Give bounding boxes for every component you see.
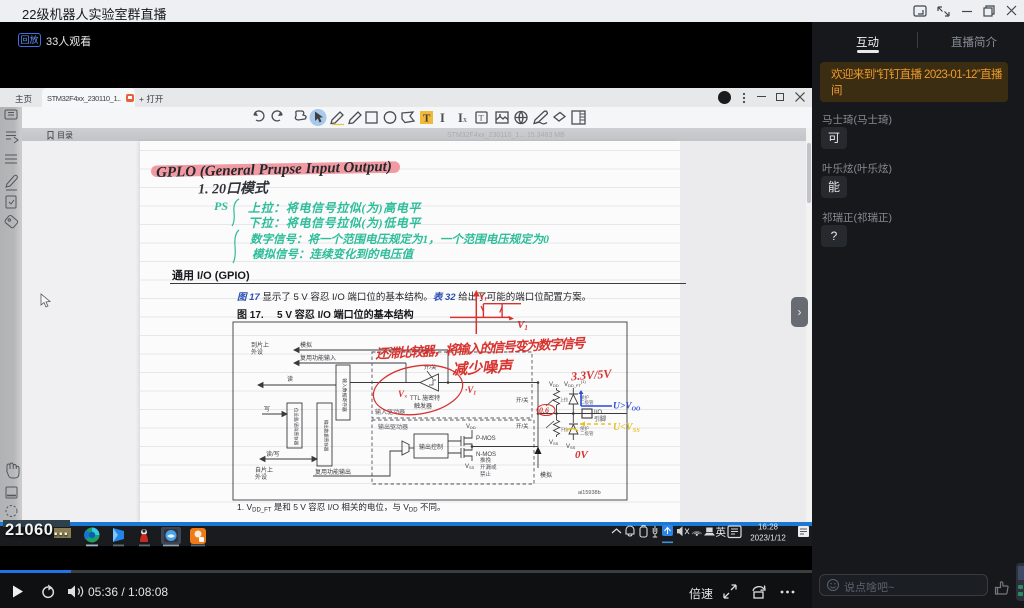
svg-text:图 17 显示了 5 V 容忍 I/O 端口位的基本结构。表: 图 17 显示了 5 V 容忍 I/O 端口位的基本结构。表 32 给出了可能的…: [237, 291, 591, 303]
svg-text:PS: PS: [214, 199, 228, 213]
svg-text:U<VSS: U<VSS: [613, 422, 640, 434]
svg-text:3.3V/5V: 3.3V/5V: [570, 366, 613, 383]
svg-text:模拟信号：连续变化到的电压值: 模拟信号：连续变化到的电压值: [252, 247, 415, 261]
svg-text:T: T: [423, 113, 431, 125]
svg-text:复用功能输出: 复用功能输出: [315, 468, 351, 476]
svg-text:英: 英: [716, 526, 727, 539]
svg-text:开/关: 开/关: [516, 396, 529, 404]
svg-text:输入数据寄存器: 输入数据寄存器: [341, 378, 348, 412]
svg-text:复用功能输入: 复用功能输入: [300, 354, 336, 362]
svg-text:0.6: 0.6: [539, 406, 549, 415]
svg-text:减少噪声: 减少噪声: [452, 358, 516, 378]
svg-text:VSS: VSS: [465, 464, 475, 470]
svg-text:通用 I/O (GPIO): 通用 I/O (GPIO): [172, 269, 250, 282]
svg-text:自片上: 自片上: [255, 466, 273, 474]
svg-text:输出数据寄存器: 输出数据寄存器: [323, 420, 330, 452]
svg-text:触发器: 触发器: [414, 402, 432, 410]
svg-text:输出控制: 输出控制: [419, 443, 443, 451]
svg-text:VDD: VDD: [466, 424, 476, 430]
svg-text:到片上: 到片上: [251, 341, 269, 349]
svg-text:推挽: 推挽: [480, 456, 492, 464]
svg-text:1. 20口模式: 1. 20口模式: [198, 179, 270, 197]
svg-text:下拉：将电信号拉似(为)低电平: 下拉：将电信号拉似(为)低电平: [248, 216, 422, 230]
svg-text:I: I: [440, 111, 445, 125]
svg-text:·V1: ·V1: [465, 385, 476, 397]
svg-text:5 V 容忍 I/O 端口位的基本结构: 5 V 容忍 I/O 端口位的基本结构: [277, 308, 414, 321]
svg-text:模拟: 模拟: [540, 471, 552, 479]
svg-text:VDD: VDD: [549, 382, 559, 388]
svg-text:二极管: 二极管: [580, 430, 594, 437]
svg-text:读: 读: [287, 375, 293, 383]
svg-text:2023/1/12: 2023/1/12: [750, 534, 786, 543]
svg-text:V1: V1: [517, 319, 528, 332]
svg-text:0V: 0V: [575, 449, 590, 461]
svg-text:读/写: 读/写: [266, 450, 280, 458]
svg-text:数字信号：将一个范围电压规定为1，一个范围电压规定为0: 数字信号：将一个范围电压规定为1，一个范围电压规定为0: [250, 232, 549, 246]
svg-text:ai15938b: ai15938b: [578, 490, 601, 496]
svg-text:开/关: 开/关: [424, 363, 437, 371]
svg-text:VSS: VSS: [549, 440, 559, 446]
svg-text:上拉: 上拉: [560, 396, 568, 402]
svg-text:上拉：将电信号拉似(为)高电平: 上拉：将电信号拉似(为)高电平: [248, 201, 422, 215]
svg-text:16:28: 16:28: [758, 523, 779, 532]
svg-text:模拟: 模拟: [300, 341, 312, 349]
svg-text:V×: V×: [398, 389, 408, 401]
svg-text:引脚: 引脚: [594, 415, 606, 423]
svg-text:TTL 施密特: TTL 施密特: [410, 394, 440, 402]
svg-text:禁止: 禁止: [480, 470, 492, 478]
svg-text:开漏或: 开漏或: [480, 463, 497, 471]
svg-text:图 17.: 图 17.: [237, 309, 264, 321]
svg-text:写: 写: [264, 406, 270, 413]
svg-text:二极管: 二极管: [580, 399, 594, 406]
svg-text:x: x: [463, 115, 467, 124]
svg-text:外设: 外设: [251, 348, 263, 356]
svg-text:1. VDD_FT 是和 5 V 容忍 I/O 相关的: 1. VDD_FT 是和 5 V 容忍 I/O 相关的电位，与 VDD 不同。: [237, 502, 445, 514]
svg-text:还滞比较器，将输入的信号变为数字信号: 还滞比较器，将输入的信号变为数字信号: [374, 335, 587, 361]
svg-text:P-MOS: P-MOS: [476, 436, 496, 442]
svg-text:输出驱动器: 输出驱动器: [378, 423, 408, 431]
svg-text:外设: 外设: [255, 473, 267, 481]
svg-text:开/关: 开/关: [516, 422, 529, 430]
svg-text:GPLO (General Prupse Input Out: GPLO (General Prupse Input Output): [156, 159, 392, 181]
svg-text:T: T: [479, 113, 485, 123]
svg-text:I/O: I/O: [594, 410, 602, 416]
svg-text:U>VOO: U>VOO: [613, 402, 641, 413]
svg-text:位设置/清除寄存器: 位设置/清除寄存器: [293, 408, 300, 446]
